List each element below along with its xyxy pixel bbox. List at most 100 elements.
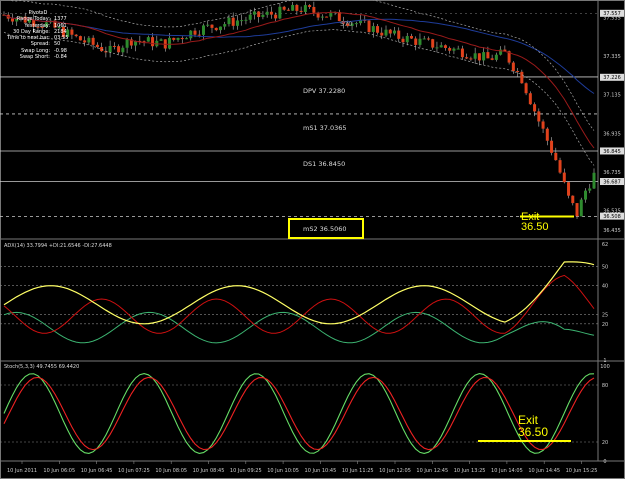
candle-body — [214, 27, 218, 31]
candle-body — [197, 34, 201, 36]
price-tag-label: 37.226 — [603, 75, 621, 81]
candle-body — [575, 203, 579, 217]
candle-body — [520, 71, 524, 84]
info-label: Swap Short: — [19, 54, 50, 61]
candle-body — [418, 38, 422, 45]
candle-body — [516, 71, 520, 73]
candle-body — [511, 62, 515, 72]
candle-body — [388, 29, 392, 34]
candle-body — [108, 45, 112, 53]
stoch-scale-label: 0 — [603, 459, 606, 465]
time-axis-label: 10 Jun 10:05 — [267, 468, 299, 474]
candle-body — [325, 16, 329, 18]
candle-body — [112, 45, 116, 47]
price-scale-label: 37.535 — [603, 15, 621, 21]
candle-body — [482, 52, 486, 61]
candle-body — [490, 58, 494, 60]
candle-body — [435, 47, 439, 49]
candle-body — [329, 12, 333, 17]
level-label-dpv: DPV 37.2280 — [303, 87, 346, 95]
stoch-scale-label: 100 — [600, 364, 610, 370]
moving-average-red — [3, 11, 595, 149]
time-axis-label: 10 Jun 07:25 — [118, 468, 150, 474]
candle-body — [448, 47, 452, 51]
price-tag-label: 36.845 — [603, 149, 621, 155]
envelope-upper — [9, 0, 595, 131]
candle-body — [261, 14, 265, 18]
candle-body — [227, 17, 231, 25]
time-axis-label: 10 Jun 08:45 — [193, 468, 225, 474]
candle-body — [151, 37, 155, 47]
candle-body — [443, 45, 447, 48]
trading-chart: 37.55737.53537.33537.22637.13536.93536.8… — [0, 0, 625, 479]
candle-body — [244, 19, 248, 21]
candle-body — [371, 26, 375, 33]
candle-body — [235, 20, 239, 26]
candle-body — [185, 38, 189, 40]
candle-body — [558, 160, 562, 173]
candle-body — [312, 6, 316, 13]
time-axis-label: 10 Jun 13:25 — [454, 468, 486, 474]
candle-body — [210, 24, 214, 28]
candle-body — [380, 32, 384, 36]
candle-body — [159, 39, 163, 41]
time-axis-label: 10 Jun 14:05 — [491, 468, 523, 474]
candle-body — [414, 38, 418, 45]
candle-body — [376, 26, 380, 33]
level-label-ms2: mS2 36.5060 — [303, 225, 347, 233]
candle-body — [588, 188, 592, 191]
price-scale-label: 37.335 — [603, 54, 621, 60]
stoch-signal-line — [3, 376, 595, 451]
moving-average-blue — [3, 14, 595, 94]
candle-body — [218, 26, 222, 31]
candle-body — [100, 47, 104, 52]
candle-body — [223, 24, 227, 27]
price-tag-label: 36.687 — [603, 179, 621, 185]
stoch-header: Stoch(5,3,3) 49.7455 69.4420 — [4, 364, 80, 370]
candle-body — [180, 38, 184, 40]
candle-body — [469, 58, 473, 60]
candle-body — [405, 36, 409, 43]
candle-body — [252, 11, 256, 15]
candle-body — [533, 104, 537, 112]
price-scale-label: 37.135 — [603, 93, 621, 99]
candle-body — [354, 23, 358, 25]
candle-body — [291, 4, 295, 11]
candle-body — [78, 36, 82, 41]
candle-body — [537, 111, 541, 122]
candle-body — [91, 37, 95, 45]
time-axis-label: 10 Jun 11:25 — [342, 468, 374, 474]
candle-body — [422, 38, 426, 40]
exit-price: 36.50 — [521, 221, 549, 233]
candle-body — [431, 39, 435, 48]
candle-body — [562, 172, 566, 183]
candle-body — [320, 16, 324, 18]
adx-plus-di-line — [3, 311, 595, 344]
candle-body — [384, 29, 388, 36]
time-axis-label: 10 Jun 10:45 — [305, 468, 337, 474]
candle-body — [146, 37, 150, 42]
candle-body — [303, 5, 307, 12]
exit-price: 36.50 — [518, 425, 549, 439]
candle-body — [282, 6, 286, 10]
candle-body — [265, 11, 269, 15]
candle-body — [193, 30, 197, 35]
adx-scale-label: 20 — [602, 322, 608, 328]
candle-body — [299, 10, 303, 12]
candle-body — [584, 190, 588, 200]
time-axis-label: 10 Jun 15:25 — [566, 468, 598, 474]
candle-body — [295, 4, 299, 11]
price-scale-label: 36.935 — [603, 131, 621, 137]
candle-body — [257, 11, 261, 18]
level-label-ds1: DS1 36.8450 — [303, 160, 346, 168]
candle-body — [125, 39, 129, 48]
candle-body — [528, 93, 532, 105]
candle-body — [308, 5, 312, 7]
adx-scale-label: 40 — [602, 284, 608, 290]
candle-body — [248, 14, 252, 20]
stoch-scale-label: 80 — [602, 383, 608, 389]
price-scale-label: 36.735 — [603, 170, 621, 176]
candle-body — [286, 9, 290, 11]
candle-body — [240, 20, 244, 22]
candle-body — [486, 52, 490, 59]
